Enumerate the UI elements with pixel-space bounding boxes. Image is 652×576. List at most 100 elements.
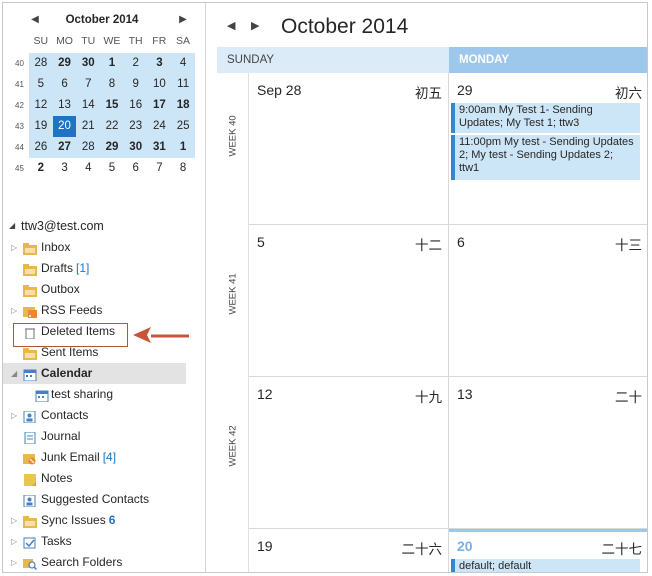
mini-day[interactable]: 1 (100, 53, 124, 74)
collapse-triangle-icon[interactable]: ◢ (9, 215, 15, 237)
trash-icon (23, 325, 37, 340)
folder-label: Deleted Items (41, 324, 116, 338)
next-month-arrow-icon[interactable]: ▶ (177, 13, 189, 27)
mini-day[interactable]: 14 (76, 95, 101, 116)
expand-triangle-icon[interactable]: ▷ (11, 552, 17, 572)
back-arrow-icon[interactable]: ◀ (227, 19, 235, 32)
lunar-date: 初六 (615, 86, 642, 101)
account-node[interactable]: ◢ ttw3@test.com (3, 215, 205, 237)
mini-day[interactable]: 29 (100, 137, 124, 158)
day-cell-oct-5[interactable]: 5 十二 (249, 225, 449, 377)
folder-search-folders[interactable]: ▷ Search Folders (3, 552, 205, 572)
lunar-date: 十三 (615, 238, 642, 253)
folder-journal[interactable]: Journal (3, 426, 205, 447)
mini-day[interactable]: 16 (123, 95, 148, 116)
folder-sync-issues[interactable]: ▷ Sync Issues 6 (3, 510, 205, 531)
collapse-triangle-icon[interactable]: ◢ (11, 363, 17, 384)
folder-calendar[interactable]: ◢ Calendar (3, 363, 186, 384)
mini-day[interactable]: 17 (147, 95, 172, 116)
mini-day[interactable]: 3 (147, 53, 172, 74)
forward-arrow-icon[interactable]: ▶ (251, 19, 259, 32)
mini-day[interactable]: 31 (147, 137, 172, 158)
weekday-header: TU (81, 35, 96, 47)
mini-day[interactable]: 7 (148, 158, 172, 179)
lunar-date: 二十七 (601, 542, 643, 557)
mini-day[interactable]: 22 (100, 116, 124, 137)
mini-day[interactable]: 9 (123, 74, 148, 95)
appointment[interactable]: default; default (451, 559, 640, 572)
mini-day[interactable]: 23 (123, 116, 148, 137)
mini-day[interactable]: 1 (171, 137, 195, 158)
mini-day[interactable]: 7 (76, 74, 101, 95)
mini-day[interactable]: 4 (76, 158, 100, 179)
folder-drafts[interactable]: Drafts [1] (3, 258, 205, 279)
outbox-icon (23, 283, 37, 297)
folder-label: Contacts (41, 408, 89, 422)
day-cell-oct-13[interactable]: 13 二十 (449, 377, 647, 529)
date-navigator-title: October 2014 (65, 14, 139, 26)
folder-suggested-contacts[interactable]: Suggested Contacts (3, 489, 205, 510)
mini-day[interactable]: 2 (123, 53, 148, 74)
folder-contacts[interactable]: ▷ Contacts (3, 405, 205, 426)
week-number[interactable]: 43 (13, 116, 29, 137)
folder-outbox[interactable]: Outbox (3, 279, 205, 300)
week-label: WEEK 42 (227, 425, 239, 467)
mini-day[interactable]: 5 (100, 158, 124, 179)
week-number[interactable]: 44 (13, 137, 29, 158)
folder-test-sharing[interactable]: test sharing (3, 384, 205, 405)
expand-triangle-icon[interactable]: ▷ (11, 531, 17, 552)
expand-triangle-icon[interactable]: ▷ (11, 300, 17, 321)
appointment[interactable]: 11:00pm My test - Sending Updates 2; My … (451, 135, 640, 180)
mini-day[interactable]: 4 (171, 53, 195, 74)
folder-notes[interactable]: Notes (3, 468, 205, 489)
mini-day[interactable]: 19 (29, 116, 53, 137)
day-cell-oct-6[interactable]: 6 十三 (449, 225, 647, 377)
mini-day[interactable]: 3 (53, 158, 77, 179)
mini-day[interactable]: 10 (147, 74, 172, 95)
calendar-icon (23, 367, 37, 382)
folder-inbox[interactable]: ▷ Inbox (3, 237, 205, 258)
mini-day[interactable]: 6 (124, 158, 148, 179)
expand-triangle-icon[interactable]: ▷ (11, 405, 17, 426)
mini-day[interactable]: 25 (171, 116, 195, 137)
mini-day[interactable]: 21 (76, 116, 101, 137)
mini-day[interactable]: 26 (29, 137, 53, 158)
mini-day[interactable]: 15 (100, 95, 124, 116)
mini-day[interactable]: 29 (52, 53, 77, 74)
expand-triangle-icon[interactable]: ▷ (11, 510, 17, 531)
folder-rss-feeds[interactable]: ▷ RSS Feeds (3, 300, 205, 321)
mini-day[interactable]: 27 (52, 137, 77, 158)
today-indicator (449, 529, 647, 532)
mini-day[interactable]: 24 (147, 116, 172, 137)
folder-tasks[interactable]: ▷ Tasks (3, 531, 205, 552)
day-cell-oct-12[interactable]: 12 十九 (249, 377, 449, 529)
folder-junk-email[interactable]: Junk Email [4] (3, 447, 205, 468)
week-number[interactable]: 40 (13, 53, 29, 74)
mini-day[interactable]: 30 (123, 137, 148, 158)
week-number[interactable]: 45 (13, 158, 29, 179)
mini-day[interactable]: 28 (29, 53, 53, 74)
folder-label: RSS Feeds (41, 303, 103, 317)
rss-icon (23, 304, 37, 318)
week-number[interactable]: 42 (13, 95, 29, 116)
mini-day[interactable]: 12 (29, 95, 53, 116)
mini-day[interactable]: 6 (52, 74, 77, 95)
mini-day[interactable]: 13 (52, 95, 77, 116)
day-cell-sep-28[interactable]: Sep 28 初五 (249, 73, 449, 225)
day-cell-oct-20-today[interactable]: 20 二十七 default; default (449, 529, 647, 572)
mini-day[interactable]: 8 (171, 158, 195, 179)
day-cell-oct-19[interactable]: 19 二十六 (249, 529, 449, 572)
mini-day[interactable]: 2 (29, 158, 53, 179)
mini-day[interactable]: 5 (29, 74, 53, 95)
mini-day[interactable]: 30 (76, 53, 101, 74)
day-cell-sep-29[interactable]: 29 初六 9:00am My Test 1- Sending Updates;… (449, 73, 647, 225)
week-number[interactable]: 41 (13, 74, 29, 95)
mini-day[interactable]: 11 (171, 74, 195, 95)
mini-day[interactable]: 18 (171, 95, 195, 116)
appointment[interactable]: 9:00am My Test 1- Sending Updates; My Te… (451, 103, 640, 133)
mini-day-today[interactable]: 20 (52, 116, 77, 137)
weekday-header: TH (128, 35, 143, 47)
mini-day[interactable]: 28 (76, 137, 101, 158)
mini-day[interactable]: 8 (100, 74, 124, 95)
expand-triangle-icon[interactable]: ▷ (11, 237, 17, 258)
